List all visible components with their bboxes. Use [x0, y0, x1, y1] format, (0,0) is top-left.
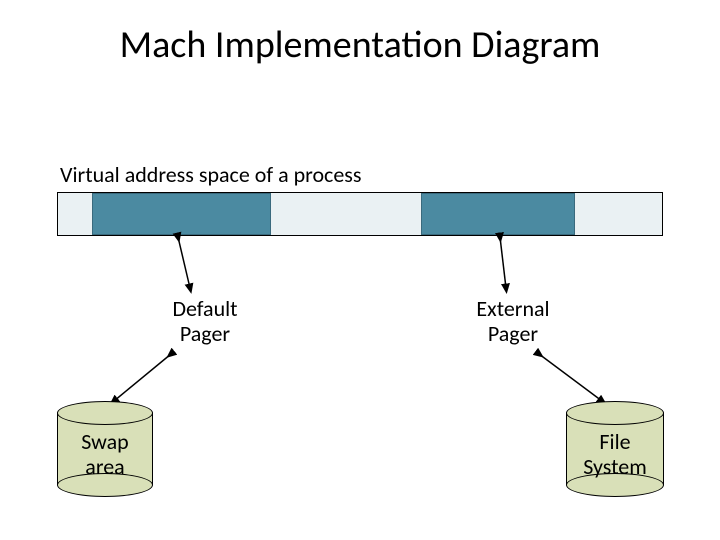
- arrow-external-pager-to-filesystem: [539, 354, 602, 401]
- file-system-cylinder: File System: [566, 401, 664, 497]
- file-system-label: File System: [566, 429, 664, 480]
- external-pager-label: External Pager: [453, 296, 573, 347]
- diagram-title: Mach Implementation Diagram: [0, 22, 720, 68]
- arrow-region-b-to-external-pager: [500, 237, 506, 288]
- memory-region-external-pager: [421, 193, 575, 235]
- cylinder-top: [57, 401, 153, 425]
- arrow-region-a-to-default-pager: [178, 237, 190, 288]
- swap-line1: Swap: [81, 428, 129, 455]
- swap-line2: area: [85, 453, 124, 480]
- swap-area-cylinder: Swap area: [57, 401, 153, 497]
- cylinder-top: [566, 401, 664, 425]
- fs-line1: File: [599, 428, 630, 455]
- default-pager-line2: Pager: [180, 320, 230, 347]
- arrow-default-pager-to-swap: [114, 354, 171, 401]
- memory-region-default-pager: [92, 193, 271, 235]
- swap-area-label: Swap area: [57, 429, 153, 480]
- fs-line2: System: [583, 453, 647, 480]
- address-space-label: Virtual address space of a process: [60, 161, 362, 188]
- default-pager-label: Default Pager: [145, 296, 265, 347]
- external-pager-line1: External: [476, 295, 549, 322]
- external-pager-line2: Pager: [488, 320, 538, 347]
- default-pager-line1: Default: [172, 295, 237, 322]
